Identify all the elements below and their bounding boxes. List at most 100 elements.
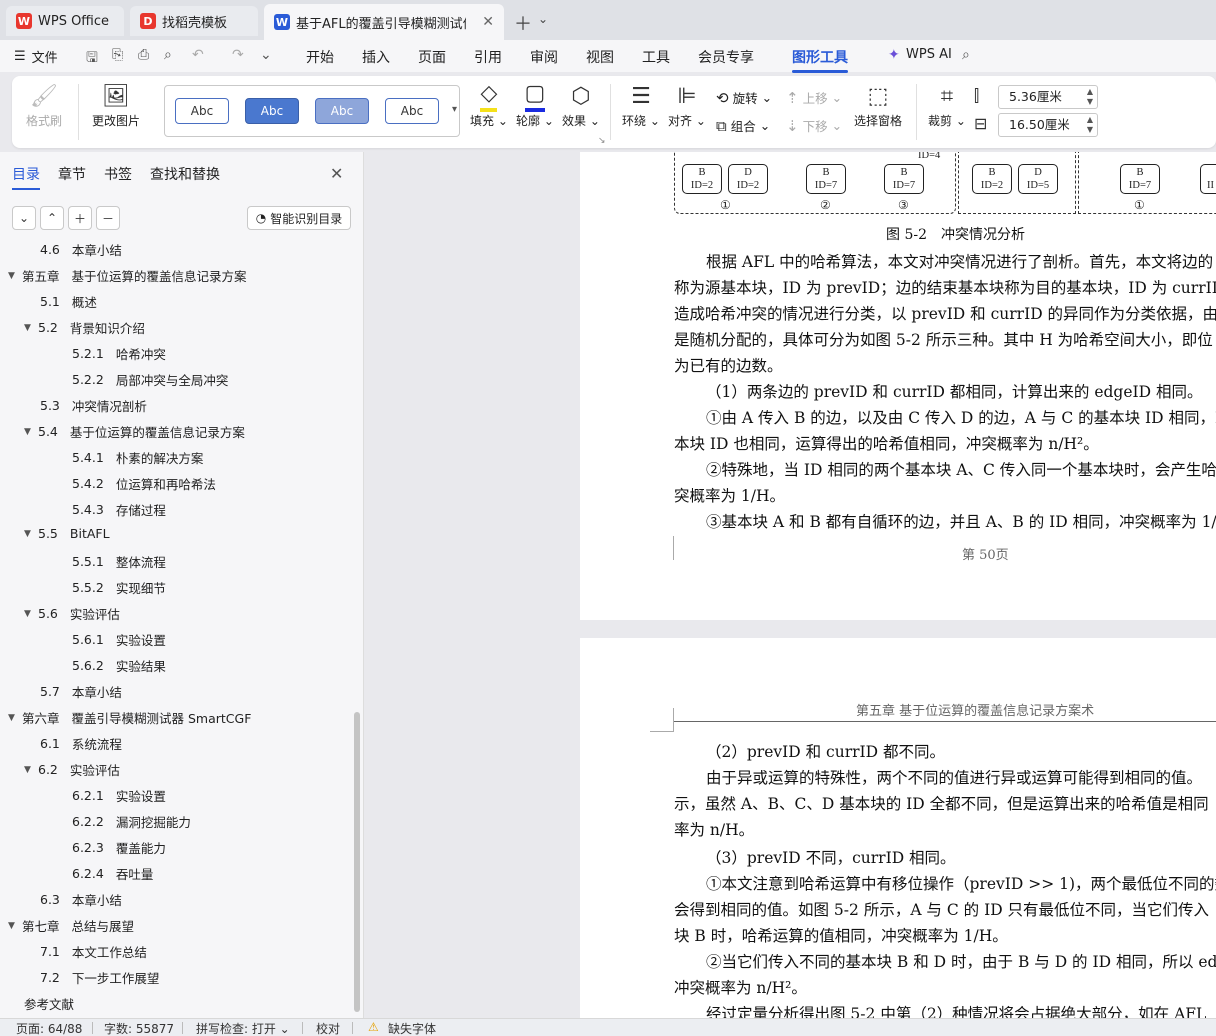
tab-home[interactable]: 开始 <box>306 47 334 67</box>
tab-insert[interactable]: 插入 <box>362 47 390 67</box>
toc-item[interactable]: ▼6.2实验评估 <box>24 760 120 779</box>
toc-item[interactable]: 6.2.3覆盖能力 <box>72 838 166 857</box>
search-icon[interactable]: ⌕ <box>962 47 970 63</box>
toc-item[interactable]: 6.2.4吞吐量 <box>72 864 153 883</box>
expand-caret-icon[interactable]: ▼ <box>24 427 38 437</box>
toc-item[interactable]: 5.6.2实验结果 <box>72 656 166 675</box>
toc-item[interactable]: 5.4.1朴素的解决方案 <box>72 448 203 467</box>
toc-item[interactable]: 5.2.1哈希冲突 <box>72 344 166 363</box>
style-preset-3[interactable]: Abc <box>315 98 369 124</box>
gallery-more-icon[interactable]: ▾ <box>452 104 457 115</box>
toc-item[interactable]: 4.6本章小结 <box>40 240 122 259</box>
tab-chapters[interactable]: 章节 <box>58 164 86 184</box>
toc-item[interactable]: 6.1系统流程 <box>40 734 122 753</box>
toc-item[interactable]: 7.1本文工作总结 <box>40 942 147 961</box>
toc-item[interactable]: ▼5.5BitAFL <box>24 526 110 541</box>
spinner-icon[interactable]: ▲▼ <box>1087 115 1093 135</box>
file-menu[interactable]: ☰ 文件 <box>14 47 58 66</box>
tab-find-replace[interactable]: 查找和替换 <box>150 164 220 184</box>
tab-docer-templates[interactable]: D 找稻壳模板 <box>130 6 258 36</box>
expand-caret-icon[interactable]: ▼ <box>8 713 22 723</box>
toc-item[interactable]: 7.2下一步工作展望 <box>40 968 159 987</box>
bring-forward-button[interactable]: ⇡上移 ⌄ <box>786 88 842 107</box>
tab-wps-office[interactable]: W WPS Office <box>6 6 124 36</box>
expand-caret-icon[interactable]: ▼ <box>24 323 38 333</box>
close-tab-icon[interactable]: ✕ <box>482 14 494 30</box>
send-backward-button[interactable]: ⇣下移 ⌄ <box>786 116 842 135</box>
proofread-button[interactable]: 校对 <box>316 1020 340 1036</box>
tab-bookmarks[interactable]: 书签 <box>104 164 132 184</box>
remove-icon[interactable]: － <box>96 206 120 230</box>
tab-references[interactable]: 引用 <box>474 47 502 67</box>
toc-item[interactable]: 5.7本章小结 <box>40 682 122 701</box>
effect-button[interactable]: ⬡ 效果 ⌄ <box>562 82 600 129</box>
chevron-down-icon[interactable]: ⌄ <box>538 12 548 26</box>
toc-item[interactable]: 参考文献 <box>24 994 74 1013</box>
export-icon[interactable]: ⎘ <box>112 47 123 63</box>
selection-pane-button[interactable]: ⬚ 选择窗格 <box>854 82 902 129</box>
group-button[interactable]: ⧉组合 ⌄ <box>716 116 770 135</box>
crop-button[interactable]: ⌗ 裁剪 ⌄ <box>928 82 966 129</box>
tab-document[interactable]: W 基于AFL的覆盖引导模糊测试优 ✕ <box>264 4 504 40</box>
expand-caret-icon[interactable]: ▼ <box>8 921 22 931</box>
print-icon[interactable]: ⎙ <box>138 47 149 63</box>
outline-button[interactable]: ▢ 轮廓 ⌄ <box>516 82 554 129</box>
rotate-button[interactable]: ⟲旋转 ⌄ <box>716 88 772 107</box>
toc-item[interactable]: ▼第五章基于位运算的覆盖信息记录方案 <box>8 266 247 285</box>
toc-item[interactable]: 5.6.1实验设置 <box>72 630 166 649</box>
format-painter-button[interactable]: 🖌 格式刷 <box>26 82 62 129</box>
toc-item[interactable]: 5.4.3存储过程 <box>72 500 166 519</box>
change-picture-button[interactable]: 🖼 更改图片 <box>92 82 140 129</box>
width-input[interactable]: 16.50厘米 ▲▼ <box>998 113 1098 137</box>
tab-tools[interactable]: 工具 <box>642 47 670 67</box>
wps-ai-button[interactable]: WPS AI <box>906 47 952 62</box>
toc-item[interactable]: ▼第六章覆盖引导模糊测试器 SmartCGF <box>8 708 251 727</box>
save-icon[interactable]: 🖫 <box>86 47 98 71</box>
spell-check-toggle[interactable]: 拼写检查: 打开 ⌄ <box>196 1020 290 1036</box>
style-preset-1[interactable]: Abc <box>175 98 229 124</box>
toc-item[interactable]: 5.1概述 <box>40 292 97 311</box>
toc-item[interactable]: 5.2.2局部冲突与全局冲突 <box>72 370 228 389</box>
toc-item[interactable]: 6.3本章小结 <box>40 890 122 909</box>
chevron-down-icon[interactable]: ⌄ <box>12 206 36 230</box>
align-button[interactable]: ⊫ 对齐 ⌄ <box>668 82 706 129</box>
expand-caret-icon[interactable]: ▼ <box>24 765 38 775</box>
tab-graphic-tools[interactable]: 图形工具 <box>792 47 848 67</box>
toc-item[interactable]: 6.2.1实验设置 <box>72 786 166 805</box>
tab-toc[interactable]: 目录 <box>12 164 40 184</box>
add-icon[interactable]: ＋ <box>68 206 92 230</box>
style-preset-4[interactable]: Abc <box>385 98 439 124</box>
toc-item[interactable]: 6.2.2漏洞挖掘能力 <box>72 812 191 831</box>
toc-item[interactable]: 5.5.1整体流程 <box>72 552 166 571</box>
toc-item[interactable]: 5.5.2实现细节 <box>72 578 166 597</box>
wrap-button[interactable]: ☰ 环绕 ⌄ <box>622 82 660 129</box>
toc-item[interactable]: ▼第七章总结与展望 <box>8 916 134 935</box>
tab-page[interactable]: 页面 <box>418 47 446 67</box>
tab-member[interactable]: 会员专享 <box>698 47 754 67</box>
toc-item[interactable]: ▼5.2背景知识介绍 <box>24 318 145 337</box>
style-preset-2[interactable]: Abc <box>245 98 299 124</box>
tab-review[interactable]: 审阅 <box>530 47 558 67</box>
dialog-launcher-icon[interactable]: ↘ <box>598 136 606 146</box>
chevron-up-icon[interactable]: ⌃ <box>40 206 64 230</box>
spinner-icon[interactable]: ▲▼ <box>1087 87 1093 107</box>
toc-item[interactable]: ▼5.6实验评估 <box>24 604 120 623</box>
smart-toc-button[interactable]: ◔ 智能识别目录 <box>247 206 351 230</box>
toc-item[interactable]: ▼5.4基于位运算的覆盖信息记录方案 <box>24 422 245 441</box>
fill-button[interactable]: ◇ 填充 ⌄ <box>470 82 508 129</box>
height-input[interactable]: 5.36厘米 ▲▼ <box>998 85 1098 109</box>
expand-caret-icon[interactable]: ▼ <box>24 609 38 619</box>
missing-font-button[interactable]: 缺失字体 <box>388 1020 436 1036</box>
print-preview-icon[interactable]: ⌕ <box>164 47 172 63</box>
expand-caret-icon[interactable]: ▼ <box>24 529 38 539</box>
toc-item[interactable]: 5.4.2位运算和再哈希法 <box>72 474 216 493</box>
page-indicator[interactable]: 页面: 64/88 <box>16 1020 82 1036</box>
expand-caret-icon[interactable]: ▼ <box>8 271 22 281</box>
tab-view[interactable]: 视图 <box>586 47 614 67</box>
new-tab-icon[interactable]: ＋ <box>514 10 532 36</box>
undo-icon[interactable]: ↶ <box>192 47 204 63</box>
quick-access-more-icon[interactable]: ⌄ <box>260 47 272 63</box>
scrollbar-thumb[interactable] <box>354 712 360 1012</box>
toc-item[interactable]: 5.3冲突情况剖析 <box>40 396 147 415</box>
redo-icon[interactable]: ↷ <box>232 47 244 63</box>
